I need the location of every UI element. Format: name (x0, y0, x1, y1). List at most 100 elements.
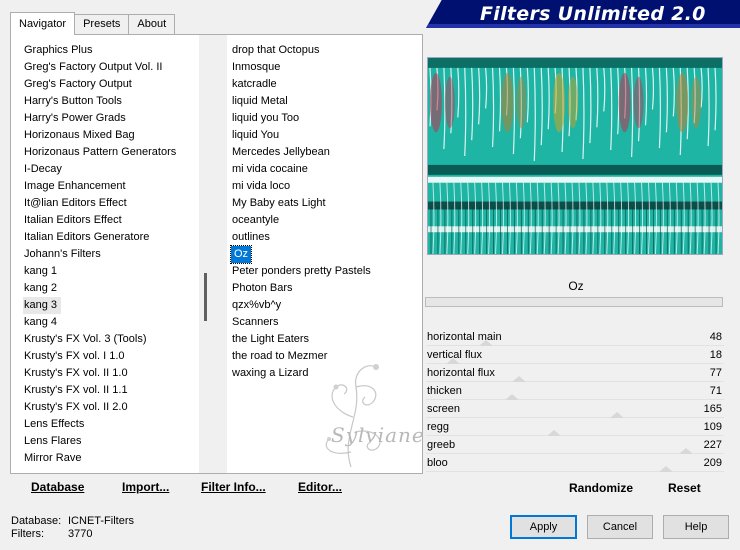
help-button[interactable]: Help (663, 515, 729, 539)
database-button[interactable]: Database (31, 480, 84, 494)
parameter-slider-track[interactable] (426, 435, 724, 436)
parameter-value: 109 (703, 421, 722, 433)
category-item[interactable]: Graphics Plus (23, 42, 193, 59)
category-item[interactable]: Greg's Factory Output Vol. II (23, 59, 193, 76)
cancel-button[interactable]: Cancel (587, 515, 653, 539)
list-divider (216, 35, 227, 473)
category-item[interactable]: Krusty's FX vol. II 1.1 (23, 382, 193, 399)
parameter-row: thicken 71 (426, 383, 724, 401)
category-item[interactable]: Lens Flares (23, 433, 193, 450)
category-item[interactable]: Krusty's FX Vol. 3 (Tools) (23, 331, 193, 348)
parameter-slider-track[interactable] (426, 363, 724, 364)
parameter-row: vertical flux 18 (426, 347, 724, 365)
status-area: Database: ICNET-Filters Filters: 3770 (11, 515, 134, 541)
parameter-name: horizontal main (427, 331, 502, 343)
filter-item[interactable]: My Baby eats Light (231, 195, 381, 212)
panel-bottom-bar: Database Import... Filter Info... Editor… (10, 474, 423, 500)
parameter-slider-thumb[interactable] (679, 448, 693, 454)
filters-count: 3770 (68, 528, 93, 540)
parameter-value: 165 (703, 403, 722, 415)
tab-about[interactable]: About (128, 14, 176, 34)
editor-button[interactable]: Editor... (298, 480, 342, 494)
tab-presets[interactable]: Presets (74, 14, 130, 34)
filter-item[interactable]: oceantyle (231, 212, 381, 229)
parameter-value: 18 (709, 349, 722, 361)
tab-strip: Navigator Presets About (10, 12, 176, 35)
category-scrollbar[interactable] (199, 35, 216, 473)
filter-item[interactable]: qzx%vb^y (231, 297, 381, 314)
parameter-name: bloo (427, 457, 448, 469)
category-item[interactable]: Lens Effects (23, 416, 193, 433)
filter-item[interactable]: outlines (231, 229, 381, 246)
filter-item[interactable]: liquid you Too (231, 110, 381, 127)
parameter-slider-thumb[interactable] (505, 394, 519, 400)
filter-item[interactable]: the road to Mezmer (231, 348, 381, 365)
apply-button[interactable]: Apply (510, 515, 577, 539)
category-item[interactable]: Italian Editors Generatore (23, 229, 193, 246)
filter-item[interactable]: drop that Octopus (231, 42, 381, 59)
category-item[interactable]: Greg's Factory Output (23, 76, 193, 93)
parameter-slider-track[interactable] (426, 471, 724, 472)
filter-item[interactable]: Oz (229, 245, 253, 264)
category-item[interactable]: Krusty's FX vol. II 1.0 (23, 365, 193, 382)
parameter-slider-thumb[interactable] (512, 376, 526, 382)
category-item[interactable]: kang 1 (23, 263, 193, 280)
app-title: Filters Unlimited 2.0 (480, 3, 706, 25)
parameter-slider-thumb[interactable] (547, 430, 561, 436)
filter-item[interactable]: mi vida loco (231, 178, 381, 195)
category-item[interactable]: kang 3 (23, 297, 62, 314)
parameter-slider-track[interactable] (426, 381, 724, 382)
category-item[interactable]: Johann's Filters (23, 246, 193, 263)
parameter-value: 227 (703, 439, 722, 451)
filter-item[interactable]: liquid Metal (231, 93, 381, 110)
watermark-text: Sylviane (331, 423, 425, 447)
category-list[interactable]: Graphics Plus Greg's Factory Output Vol. … (23, 42, 193, 467)
selected-filter-name: Oz (568, 279, 584, 293)
filter-list[interactable]: drop that Octopus Inmosque katcradle liquid… (229, 42, 381, 382)
filter-item[interactable]: Mercedes Jellybean (231, 144, 381, 161)
category-item[interactable]: Horizonaus Pattern Generators (23, 144, 193, 161)
parameter-name: screen (427, 403, 461, 415)
category-item[interactable]: Mirror Rave (23, 450, 193, 467)
parameter-row: horizontal main 48 (426, 329, 724, 347)
category-item[interactable]: kang 2 (23, 280, 193, 297)
filter-item[interactable]: mi vida cocaine (231, 161, 381, 178)
parameter-slider-track[interactable] (426, 417, 724, 418)
scrollbar-thumb[interactable] (204, 273, 207, 321)
category-item[interactable]: I-Decay (23, 161, 193, 178)
category-item[interactable]: Harry's Button Tools (23, 93, 193, 110)
database-label: Database: (11, 515, 62, 527)
filter-item[interactable]: waxing a Lizard (231, 365, 381, 382)
parameter-row: horizontal flux 77 (426, 365, 724, 383)
parameter-slider-thumb[interactable] (659, 466, 673, 472)
category-item[interactable]: Italian Editors Effect (23, 212, 193, 229)
reset-button[interactable]: Reset (668, 481, 701, 495)
parameter-name: greeb (427, 439, 456, 451)
progress-bar (425, 297, 723, 307)
preview-image[interactable] (427, 57, 723, 255)
randomize-button[interactable]: Randomize (569, 481, 633, 495)
filter-info-button[interactable]: Filter Info... (201, 480, 266, 494)
filter-item[interactable]: the Light Eaters (231, 331, 381, 348)
filter-item[interactable]: liquid You (231, 127, 381, 144)
category-item[interactable]: Krusty's FX vol. I 1.0 (23, 348, 193, 365)
parameter-slider-thumb[interactable] (610, 412, 624, 418)
filter-item[interactable]: Peter ponders pretty Pastels (231, 263, 381, 280)
category-item[interactable]: Harry's Power Grads (23, 110, 193, 127)
parameter-name: horizontal flux (427, 367, 495, 379)
parameter-slider-track[interactable] (426, 399, 724, 400)
category-item[interactable]: Image Enhancement (23, 178, 193, 195)
category-item[interactable]: It@lian Editors Effect (23, 195, 193, 212)
category-item[interactable]: Horizonaus Mixed Bag (23, 127, 193, 144)
tab-navigator[interactable]: Navigator (10, 12, 76, 35)
filter-item[interactable]: Inmosque (231, 59, 381, 76)
import-button[interactable]: Import... (122, 480, 169, 494)
category-item[interactable]: Krusty's FX vol. II 2.0 (23, 399, 193, 416)
filter-item[interactable]: katcradle (231, 76, 381, 93)
parameter-row: regg 109 (426, 419, 724, 437)
parameter-slider-track[interactable] (426, 345, 724, 346)
filter-item[interactable]: Photon Bars (231, 280, 381, 297)
parameter-value: 77 (709, 367, 722, 379)
filter-item[interactable]: Scanners (231, 314, 381, 331)
category-item[interactable]: kang 4 (23, 314, 193, 331)
